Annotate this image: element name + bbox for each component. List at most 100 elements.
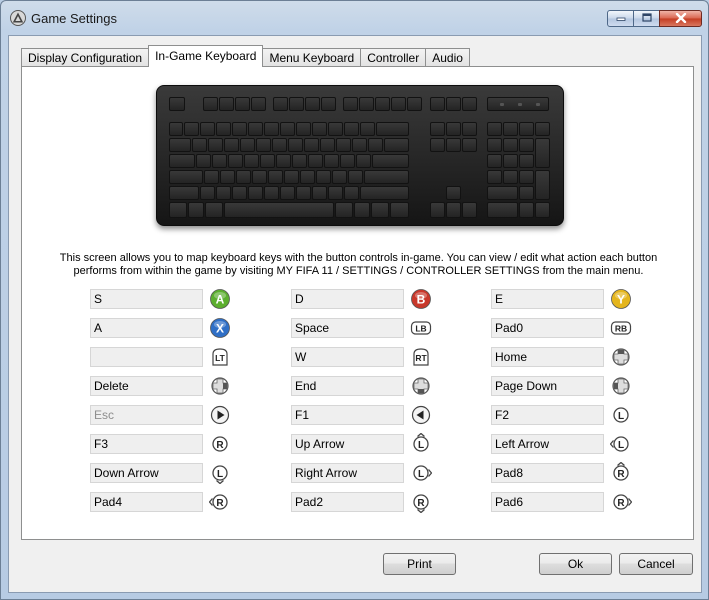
keyboard-key [305,97,320,111]
keyboard-key [169,122,183,136]
key-binding-field[interactable]: Pad0 [491,318,604,338]
tab-in-game-keyboard[interactable]: In-Game Keyboard [148,45,264,67]
keyboard-key [360,122,375,136]
tab-controller[interactable]: Controller [360,48,427,67]
svg-text:RT: RT [415,353,427,363]
maximize-icon [641,12,652,25]
close-button[interactable] [659,10,702,27]
keyboard-key [169,138,191,152]
keyboard-key [219,97,234,111]
minimize-button[interactable] [607,10,634,27]
keyboard-key [519,154,534,168]
key-binding-field[interactable]: Pad4 [90,492,203,512]
tab-menu-keyboard[interactable]: Menu Keyboard [262,48,362,67]
keyboard-key [264,122,279,136]
key-binding-field[interactable]: F2 [491,405,604,425]
keyboard-key [296,186,311,200]
keyboard-key [232,186,247,200]
tab-audio[interactable]: Audio [425,48,470,67]
keyboard-key [248,122,263,136]
keyboard-key [372,154,409,168]
keyboard-key [276,154,291,168]
key-binding-field[interactable]: Pad8 [491,463,604,483]
keyboard-key [188,202,204,218]
keyboard-key [462,202,477,218]
key-binding-field[interactable]: Delete [90,376,203,396]
key-binding-field[interactable]: Down Arrow [90,463,203,483]
key-binding-field[interactable]: F1 [291,405,404,425]
print-button[interactable]: Print [383,553,456,575]
rt-trigger-icon: RT [410,346,432,368]
keyboard-key [235,97,250,111]
close-icon [675,12,687,26]
start-button-icon [209,404,231,426]
key-binding-field[interactable]: W [291,347,404,367]
keyboard-key [535,202,550,218]
keyboard-key [535,170,550,200]
keyboard-key [348,170,363,184]
keyboard-key [446,138,461,152]
title-bar[interactable]: Game Settings [1,1,708,35]
key-binding-field[interactable]: End [291,376,404,396]
keyboard-key [332,170,347,184]
dpad-right-icon [209,375,231,397]
key-binding-field[interactable]: Left Arrow [491,434,604,454]
ok-button[interactable]: Ok [539,553,612,575]
dpad-up-icon [610,346,632,368]
keyboard-key [335,202,353,218]
key-binding-field[interactable]: A [90,318,203,338]
svg-text:RB: RB [615,324,627,334]
key-binding-field[interactable]: Esc [90,405,203,425]
tab-strip: Display Configuration In-Game Keyboard M… [21,45,470,67]
keyboard-key [519,202,534,218]
left-stick-right-icon: L [410,462,433,484]
keyboard-key [368,138,383,152]
keyboard-key [519,122,534,136]
key-binding-field[interactable]: Right Arrow [291,463,404,483]
keyboard-key [169,170,203,184]
key-binding-field[interactable]: Space [291,318,404,338]
keyboard-key [240,138,255,152]
lb-bumper-icon: LB [410,317,432,339]
keyboard-key [343,97,358,111]
key-binding-field[interactable] [90,347,203,367]
svg-text:L: L [217,469,223,480]
keyboard-key [446,122,461,136]
keyboard-key [273,97,288,111]
key-binding-field[interactable]: D [291,289,404,309]
key-binding-field[interactable]: Pad2 [291,492,404,512]
keyboard-key [340,154,355,168]
keyboard-key [446,97,461,111]
keyboard-key [192,138,207,152]
keyboard-key [312,186,327,200]
keyboard-key [535,138,550,168]
key-binding-field[interactable]: Pad6 [491,492,604,512]
keyboard-key [430,138,445,152]
keyboard-key [487,154,502,168]
keyboard-key [487,170,502,184]
triangle-logo-icon [10,10,26,26]
indicator-light [500,103,504,106]
keyboard-key [321,97,336,111]
key-binding-field[interactable]: F3 [90,434,203,454]
svg-text:R: R [617,498,625,509]
cancel-button[interactable]: Cancel [619,553,693,575]
keyboard-key [244,154,259,168]
key-binding-field[interactable]: Page Down [491,376,604,396]
in-game-keyboard-panel: This screen allows you to map keyboard k… [21,66,694,540]
key-binding-field[interactable]: E [491,289,604,309]
keyboard-key [251,97,266,111]
description-line-2: performs from within the game by visitin… [73,265,644,277]
keyboard-key [336,138,351,152]
indicator-light [536,103,540,106]
keyboard-key [446,186,461,200]
keyboard-key [503,170,518,184]
key-binding-field[interactable]: Home [491,347,604,367]
key-binding-field[interactable]: Up Arrow [291,434,404,454]
maximize-button[interactable] [633,10,660,27]
key-binding-field[interactable]: S [90,289,203,309]
window-title: Game Settings [31,11,117,26]
tab-display-configuration[interactable]: Display Configuration [21,48,150,67]
svg-text:R: R [617,469,625,480]
keyboard-key [360,186,409,200]
